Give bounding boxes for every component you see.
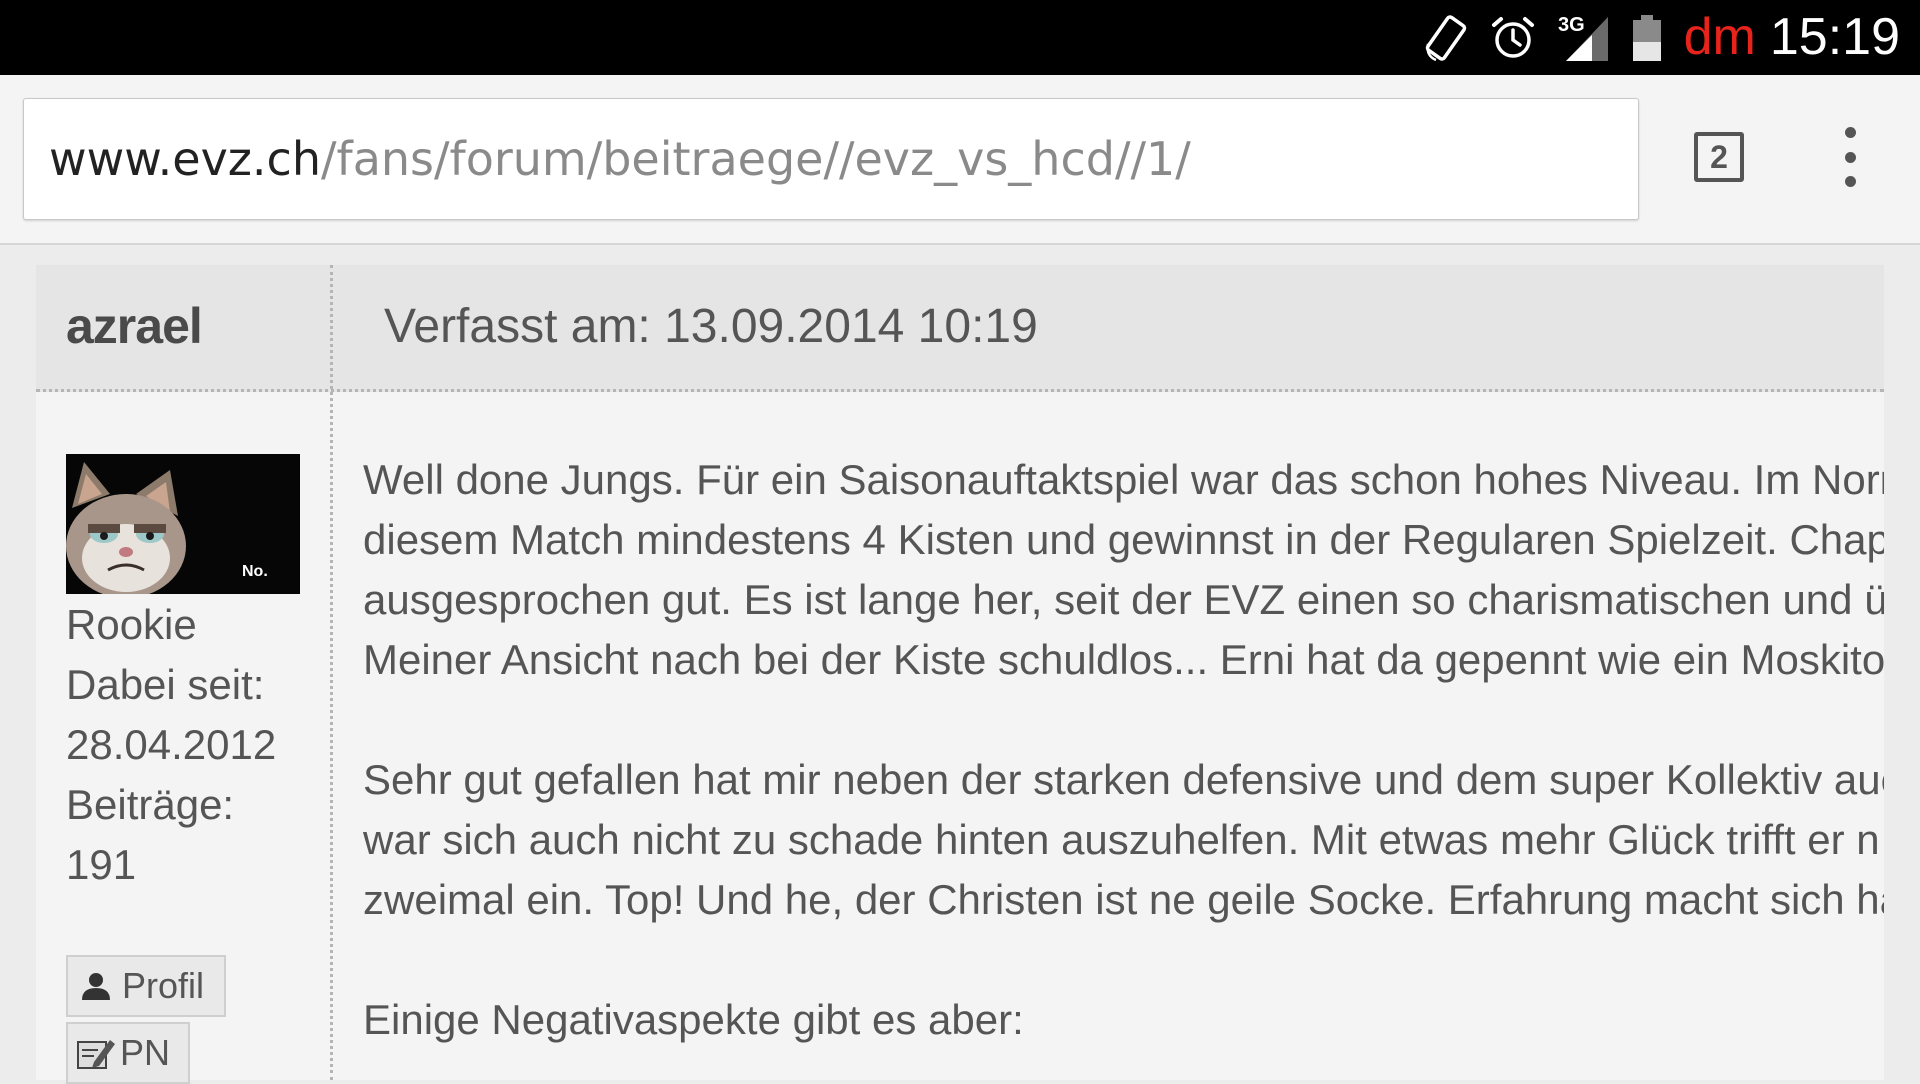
- private-message-button[interactable]: PN: [66, 1022, 190, 1084]
- url-path: /fans/forum/beitraege//evz_vs_hcd//1/: [321, 132, 1191, 186]
- post-header: azrael Verfasst am: 13.09.2014 10:19: [36, 265, 1884, 392]
- status-bar: 3G dm 15:19: [0, 0, 1920, 75]
- browser-toolbar: www.evz.ch/fans/forum/beitraege//evz_vs_…: [0, 75, 1920, 245]
- compose-message-icon: [76, 1036, 116, 1070]
- battery-icon: [1632, 14, 1662, 62]
- post-line: Well done Jungs. Für ein Saisonauftaktsp…: [363, 456, 1884, 503]
- address-bar[interactable]: www.evz.ch/fans/forum/beitraege//evz_vs_…: [23, 98, 1639, 220]
- post-line: ausgesprochen gut. Es ist lange her, sei…: [363, 576, 1884, 623]
- posts-label: Beiträge:: [66, 781, 235, 828]
- overflow-menu-icon[interactable]: [1830, 127, 1870, 187]
- posts-count: 191: [66, 841, 137, 888]
- post-date: Verfasst am: 13.09.2014 10:19: [384, 300, 1038, 353]
- post-paragraph: Sehr gut gefallen hat mir neben der star…: [363, 750, 1884, 930]
- screen-rotation-icon: [1424, 14, 1468, 62]
- post-line: Einige Negativaspekte gibt es aber:: [363, 996, 1024, 1043]
- pm-button-label: PN: [120, 1032, 171, 1073]
- post-line: war sich auch nicht zu schade hinten aus…: [363, 816, 1880, 863]
- post-author[interactable]: azrael: [66, 297, 203, 355]
- menu-dot: [1844, 127, 1856, 138]
- user-icon: [80, 971, 112, 1001]
- post-line: diesem Match mindestens 4 Kisten und gew…: [363, 516, 1884, 563]
- user-rank: Rookie: [66, 601, 197, 648]
- user-info: Rookie Dabei seit: 28.04.2012 Beiträge: …: [66, 595, 276, 895]
- carrier-label: dm: [1683, 8, 1756, 66]
- svg-text:3G: 3G: [1558, 14, 1585, 36]
- post-paragraph: Well done Jungs. Für ein Saisonauftaktsp…: [363, 450, 1884, 690]
- forum-post: azrael Verfasst am: 13.09.2014 10:19 No.…: [36, 265, 1884, 1084]
- tabs-icon[interactable]: 2: [1694, 132, 1744, 182]
- profile-button[interactable]: Profil: [66, 955, 226, 1017]
- post-paragraph: Einige Negativaspekte gibt es aber:: [363, 990, 1884, 1050]
- column-divider: [330, 265, 333, 1080]
- profile-button-label: Profil: [122, 965, 205, 1006]
- status-icons: 3G dm 15:19: [1424, 0, 1900, 75]
- post-body: Well done Jungs. Für ein Saisonauftaktsp…: [363, 450, 1884, 1080]
- joined-date: 28.04.2012: [66, 721, 277, 768]
- signal-3g-icon: 3G: [1558, 13, 1610, 63]
- tab-count: 2: [1710, 138, 1728, 175]
- alarm-icon: [1490, 15, 1536, 61]
- clock: 15:19: [1769, 8, 1900, 66]
- joined-label: Dabei seit:: [66, 661, 265, 708]
- avatar-caption: No.: [242, 563, 268, 580]
- menu-dot: [1844, 151, 1856, 163]
- menu-dot: [1844, 176, 1856, 187]
- post-line: Sehr gut gefallen hat mir neben der star…: [363, 756, 1884, 803]
- url-host: www.evz.ch: [49, 132, 322, 186]
- url-text[interactable]: www.evz.ch/fans/forum/beitraege//evz_vs_…: [49, 132, 1191, 186]
- post-line: Meiner Ansicht nach bei der Kiste schuld…: [363, 636, 1884, 683]
- post-line: zweimal ein. Top! Und he, der Christen i…: [363, 876, 1884, 923]
- avatar: No.: [66, 454, 300, 594]
